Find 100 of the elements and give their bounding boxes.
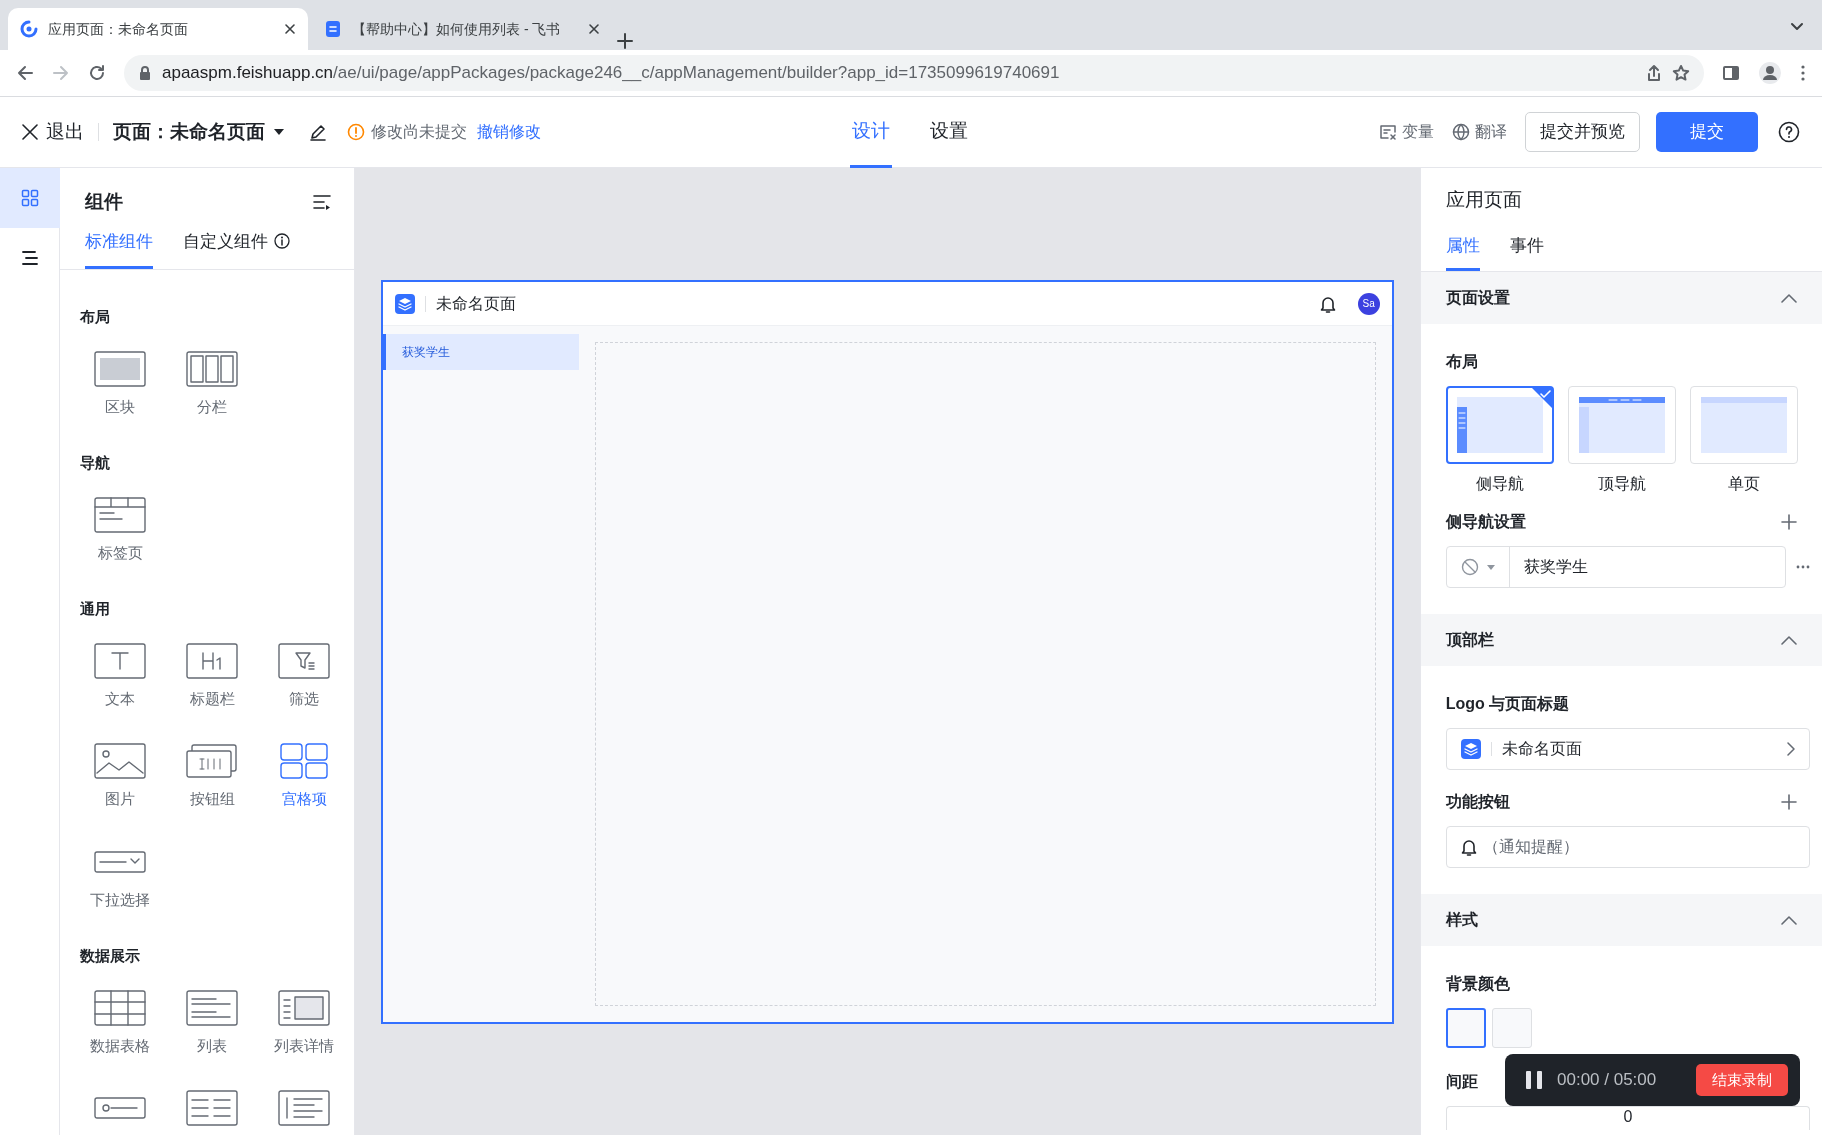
tabs-component-icon bbox=[94, 496, 146, 533]
heading-component-icon bbox=[186, 642, 238, 679]
star-icon[interactable] bbox=[1672, 64, 1690, 82]
collapse-icon[interactable] bbox=[1781, 915, 1797, 925]
section-heading: 数据展示 bbox=[80, 946, 141, 966]
sidebar-icon[interactable] bbox=[1722, 64, 1740, 82]
spacing-field[interactable]: 0 bbox=[1445, 1106, 1810, 1130]
block-component-icon bbox=[94, 350, 146, 387]
list-component-icon bbox=[186, 989, 238, 1026]
more-icon[interactable] bbox=[1796, 565, 1810, 569]
component-item[interactable]: 数据表格 bbox=[80, 989, 160, 1057]
toolbar-button[interactable]: 变量 bbox=[1379, 120, 1434, 144]
layout-preview-icon bbox=[1578, 397, 1665, 453]
recording-time: 00:00 / 05:00 bbox=[1557, 1069, 1657, 1092]
table-component-icon bbox=[94, 989, 146, 1026]
stop-recording-button[interactable]: 结束录制 bbox=[1696, 1064, 1788, 1096]
reload-icon[interactable] bbox=[88, 64, 106, 82]
component-item[interactable]: 文本 bbox=[80, 642, 160, 710]
panel-title: 应用页面 bbox=[1444, 188, 1523, 212]
more-icon[interactable] bbox=[1800, 64, 1806, 82]
close-icon bbox=[22, 124, 38, 140]
new-tab-icon[interactable] bbox=[616, 32, 634, 50]
detail2-component-icon bbox=[186, 1090, 238, 1126]
section-heading: 布局 bbox=[80, 307, 111, 327]
close-icon[interactable] bbox=[284, 23, 296, 35]
field-label: 背景颜色 bbox=[1445, 974, 1510, 994]
pause-icon[interactable] bbox=[1525, 1070, 1543, 1090]
component-item[interactable]: 分栏 bbox=[172, 350, 252, 418]
component-item[interactable]: 图片 bbox=[80, 743, 160, 811]
help-icon[interactable] bbox=[1778, 121, 1800, 143]
layout-preview-icon bbox=[1700, 397, 1787, 453]
lock-icon bbox=[138, 65, 152, 81]
profile-icon[interactable] bbox=[1758, 61, 1782, 85]
status-text: 修改尚未提交 bbox=[371, 122, 467, 142]
component-item[interactable]: 列表 bbox=[172, 989, 252, 1057]
address-bar[interactable]: apaaspm.feishuapp.cn/ae/ui/page/appPackages/package246__c/appManagement/builder?app_id=1735099619740691 bbox=[124, 55, 1704, 91]
component-item[interactable]: 按钮组 bbox=[172, 743, 252, 811]
listdetail-component-icon bbox=[278, 989, 330, 1026]
caret-icon bbox=[1486, 564, 1495, 570]
exit-button[interactable]: 退出 bbox=[22, 117, 84, 147]
image-component-icon bbox=[94, 743, 146, 779]
property-tab[interactable]: 事件 bbox=[1509, 232, 1544, 271]
field-label: 功能按钮 bbox=[1445, 792, 1510, 812]
logo-title-field[interactable]: 未命名页面 bbox=[1445, 728, 1810, 770]
collapse-list-icon[interactable] bbox=[311, 193, 332, 212]
document-icon bbox=[324, 20, 342, 38]
component-item[interactable]: 宫格项 bbox=[264, 743, 344, 811]
section-heading: 通用 bbox=[80, 599, 111, 619]
component-item[interactable]: 列表详情 bbox=[264, 989, 344, 1057]
bell-icon bbox=[1460, 838, 1477, 856]
component-item[interactable]: 区块 bbox=[80, 350, 160, 418]
info-icon bbox=[274, 233, 290, 250]
panel-title: 组件 bbox=[85, 190, 123, 214]
nav-item[interactable]: 获奖学生 bbox=[382, 334, 579, 370]
globe-icon bbox=[1452, 123, 1470, 141]
nav-item-field[interactable]: 获奖学生 bbox=[1445, 546, 1786, 588]
url-text: apaaspm.feishuapp.cn/ae/ui/page/appPackages/package246__c/appManagement/builder?app_id=1735099619740691 bbox=[162, 62, 1060, 85]
add-icon[interactable] bbox=[1781, 514, 1797, 530]
avatar[interactable]: Sa bbox=[1357, 292, 1380, 315]
app-logo-icon bbox=[20, 20, 38, 38]
undo-link[interactable]: 撤销修改 bbox=[477, 120, 541, 144]
app-logo-icon bbox=[1460, 739, 1481, 759]
close-icon[interactable] bbox=[588, 23, 600, 35]
collapse-icon[interactable] bbox=[1781, 293, 1797, 303]
collapse-icon[interactable] bbox=[1781, 635, 1797, 645]
edit-icon[interactable] bbox=[309, 123, 327, 141]
browser-tab[interactable]: 应用页面：未命名页面 bbox=[8, 8, 308, 50]
section-heading: 顶部栏 bbox=[1445, 630, 1494, 650]
component-item[interactable]: 筛选 bbox=[264, 642, 344, 710]
toolbar-button[interactable]: 翻译 bbox=[1452, 120, 1507, 144]
app-title: 未命名页面 bbox=[435, 293, 516, 314]
color-swatch[interactable] bbox=[1445, 1008, 1486, 1048]
field-label: 布局 bbox=[1445, 352, 1478, 372]
columns-component-icon bbox=[186, 350, 238, 387]
grid-component-icon bbox=[278, 743, 330, 779]
variable-icon bbox=[1379, 123, 1397, 141]
page-selector[interactable]: 页面：未命名页面 bbox=[113, 117, 285, 147]
section-heading: 样式 bbox=[1445, 910, 1478, 930]
preview-button[interactable]: 提交并预览 bbox=[1525, 112, 1640, 152]
mode-tab[interactable]: 设置 bbox=[928, 97, 970, 168]
bell-icon[interactable] bbox=[1319, 294, 1336, 313]
browser-tab[interactable]: 【帮助中心】如何使用列表 - 飞书 bbox=[312, 8, 612, 50]
component-item[interactable]: 标签页 bbox=[80, 496, 160, 564]
layout-preview-icon bbox=[1456, 397, 1543, 453]
component-tab[interactable]: 标准组件 bbox=[85, 228, 153, 269]
component-item[interactable]: 下拉选择 bbox=[80, 843, 160, 911]
add-icon[interactable] bbox=[1781, 794, 1797, 810]
share-icon[interactable] bbox=[1646, 64, 1662, 82]
buttons-component-icon bbox=[186, 743, 238, 779]
back-icon[interactable] bbox=[16, 64, 34, 82]
section-heading: 页面设置 bbox=[1445, 288, 1510, 308]
no-icon bbox=[1460, 558, 1479, 576]
component-item[interactable]: 标题栏 bbox=[172, 642, 252, 710]
submit-button[interactable]: 提交 bbox=[1656, 112, 1758, 152]
function-button-field[interactable]: （通知提醒） bbox=[1445, 826, 1810, 868]
field-label: Logo 与页面标题 bbox=[1445, 694, 1570, 714]
warning-icon bbox=[347, 123, 365, 141]
field-label: 间距 bbox=[1445, 1072, 1478, 1092]
filter-component-icon bbox=[278, 642, 330, 679]
component-tab[interactable]: 自定义组件 bbox=[183, 228, 290, 269]
